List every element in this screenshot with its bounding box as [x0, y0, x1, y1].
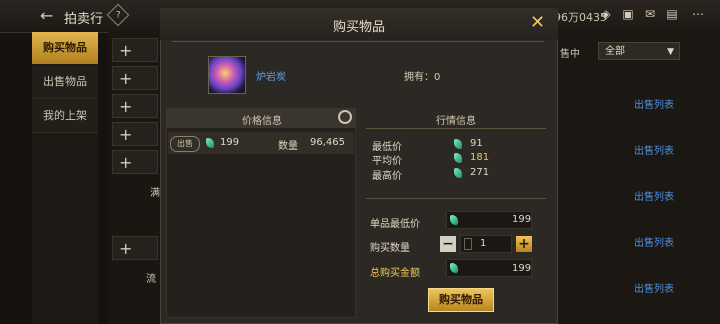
divider [366, 198, 546, 199]
expand-category-button[interactable]: + [112, 94, 158, 118]
sell-list-link[interactable]: 出售列表 [634, 96, 674, 111]
sell-list-link[interactable]: 出售列表 [634, 142, 674, 157]
mail-icon[interactable]: ✉ [642, 7, 658, 21]
market-info-title: 行情信息 [436, 116, 476, 127]
more-icon[interactable]: ⋯ [690, 7, 706, 21]
item-name: 炉岩炭 [256, 72, 286, 83]
nav-my-listings[interactable]: 我的上架 [32, 100, 98, 133]
filter-select[interactable]: 全部 ▼ [598, 42, 680, 60]
treasure-icon[interactable]: ▣ [620, 7, 636, 21]
total-amount-value: 199 [512, 263, 532, 274]
nav-sell-items[interactable]: 出售物品 [32, 66, 98, 99]
expand-category-button[interactable]: + [112, 66, 158, 90]
refresh-icon[interactable] [338, 110, 352, 124]
avg-price-value: 181 [470, 152, 490, 163]
increase-quantity-button[interactable]: + [516, 236, 532, 252]
gem-currency-icon [454, 153, 462, 163]
min-price-label: 最低价 [372, 142, 402, 153]
divider [172, 41, 544, 42]
list-item-fragment: 流 [146, 274, 156, 285]
expand-category-button[interactable]: + [112, 150, 158, 174]
max-price-value: 271 [470, 167, 490, 178]
back-arrow-icon[interactable]: ← [40, 6, 53, 25]
status-fragment: 售中 [560, 49, 580, 60]
unit-price-value: 199 [512, 214, 532, 225]
expand-category-button[interactable]: + [112, 122, 158, 146]
buy-quantity-label: 购买数量 [370, 243, 410, 254]
price-info-title: 价格信息 [242, 116, 282, 127]
listing-price: 199 [220, 137, 240, 148]
dropdown-arrow-icon: ▼ [667, 47, 674, 57]
min-price-value: 91 [470, 138, 483, 149]
quantity-value: 1 [480, 238, 487, 249]
item-icon[interactable] [208, 56, 246, 94]
expand-category-button[interactable]: + [112, 38, 158, 62]
gem-currency-icon [454, 168, 462, 178]
page-title: 拍卖行 [64, 12, 104, 27]
avg-price-label: 平均价 [372, 156, 402, 167]
calculator-icon[interactable] [464, 238, 472, 250]
diamond-icon: ◈ [601, 7, 611, 21]
chat-icon[interactable]: ▤ [664, 7, 680, 21]
decrease-quantity-button[interactable]: − [440, 236, 456, 252]
buy-item-button[interactable]: 购买物品 [428, 288, 494, 312]
sell-list-link[interactable]: 出售列表 [634, 234, 674, 249]
sell-list-link[interactable]: 出售列表 [634, 188, 674, 203]
listing-qty-label: 数量 [278, 141, 298, 152]
sell-badge: 出售 [170, 136, 200, 152]
list-item-fragment: 满 [150, 188, 160, 199]
total-amount-label: 总购买金额 [370, 268, 420, 279]
unit-min-price-label: 单品最低价 [370, 219, 420, 230]
nav-buy-items[interactable]: 购买物品 [32, 32, 98, 64]
gem-currency-icon [450, 263, 458, 273]
max-price-label: 最高价 [372, 171, 402, 182]
listing-qty-value: 96,465 [310, 137, 345, 148]
expand-category-button[interactable]: + [112, 236, 158, 260]
gem-currency-icon [450, 215, 458, 225]
gem-currency-icon [206, 138, 214, 148]
divider [366, 128, 546, 129]
owned-count: 拥有：0 [404, 72, 441, 83]
close-icon[interactable]: ✕ [530, 12, 545, 33]
gem-currency-icon [454, 139, 462, 149]
dialog-title: 购买物品 [332, 20, 385, 35]
sell-list-link[interactable]: 出售列表 [634, 280, 674, 295]
